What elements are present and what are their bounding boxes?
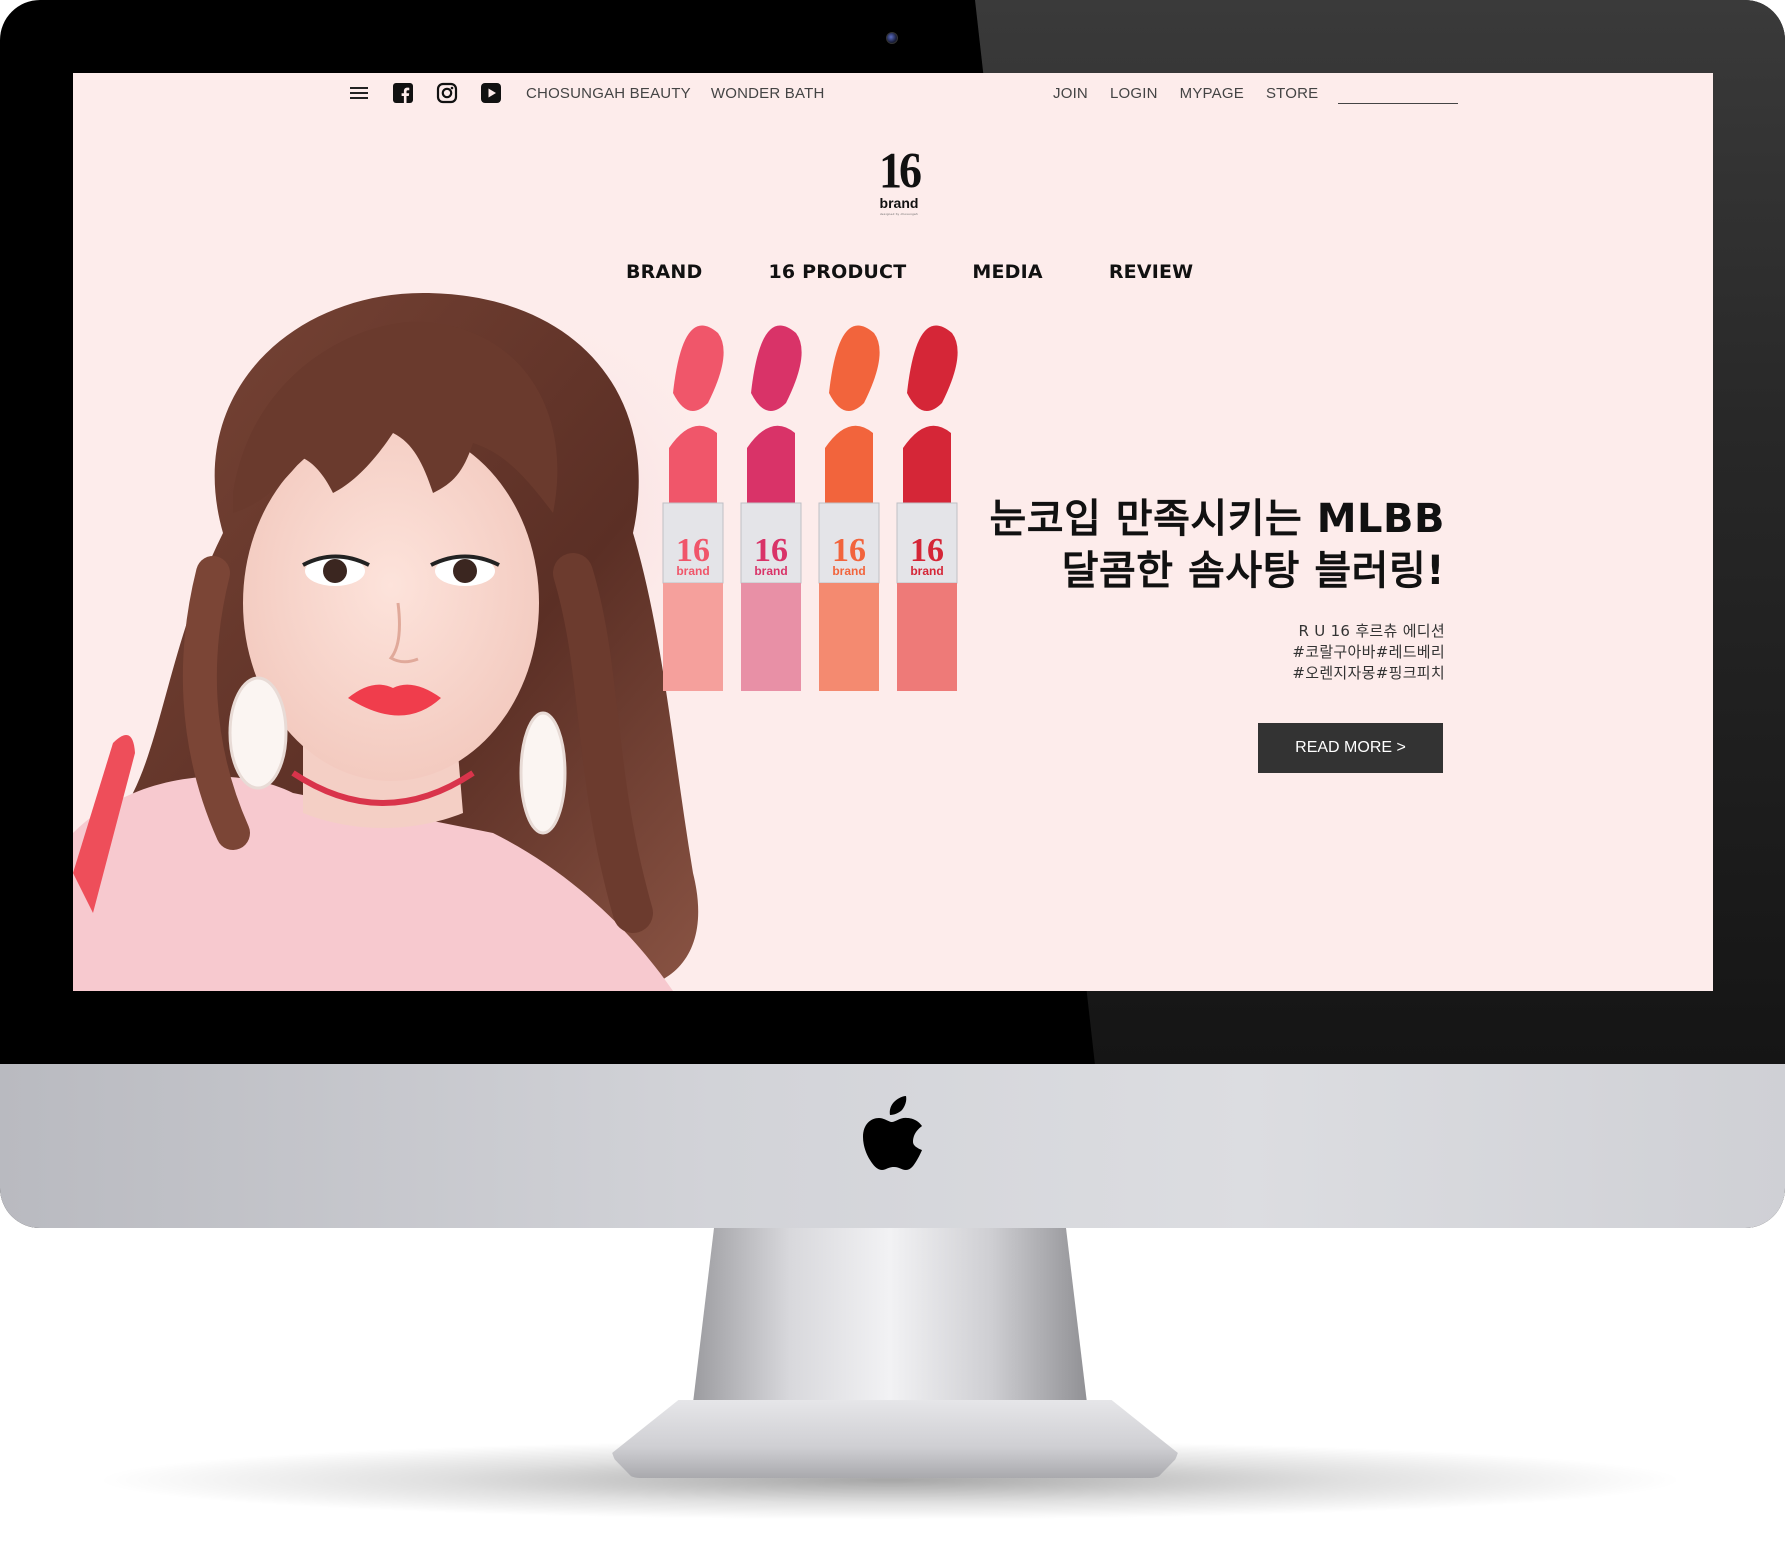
login-link[interactable]: LOGIN	[1110, 85, 1158, 102]
lipstick-base-1	[663, 583, 723, 691]
youtube-icon[interactable]	[480, 82, 502, 104]
facebook-icon[interactable]	[392, 82, 414, 104]
nav-16-product[interactable]: 16 PRODUCT	[769, 261, 907, 283]
logo-number: 16	[879, 142, 922, 199]
brand-logo[interactable]: 16 brand designed by chosungah	[869, 142, 929, 216]
color-swatch-4	[907, 325, 958, 411]
lipstick-label-word-1: brand	[676, 564, 709, 578]
desktop-stage: 16 brand 16 brand 16 brand 16 brand CHOS…	[0, 0, 1785, 1550]
lipstick-base-4	[897, 583, 957, 691]
lipstick-4: 16brand	[896, 325, 958, 691]
lipstick-base-2	[741, 583, 801, 691]
site-link-wonder-bath[interactable]: WONDER BATH	[711, 85, 825, 102]
hero-sub-line3: #오렌지자몽#핑크피치	[1292, 664, 1445, 682]
account-menu: JOIN LOGIN MYPAGE STORE	[1053, 81, 1459, 105]
hero-headline-line2: 달콤한 솜사탕 블러링!	[1061, 548, 1445, 594]
top-bar: CHOSUNGAH BEAUTY WONDER BATH JOIN LOGIN …	[73, 73, 1713, 113]
mypage-link[interactable]: MYPAGE	[1180, 85, 1244, 102]
lipstick-bullet-4	[903, 425, 951, 503]
hero-photo: 16brand16brand16brand16brand	[73, 293, 958, 991]
color-swatch-3	[829, 325, 880, 411]
lipstick-group: 16brand16brand16brand16brand	[662, 325, 958, 691]
logo-tagline: designed by chosungah	[880, 212, 918, 216]
site-link-chosungah-beauty[interactable]: CHOSUNGAH BEAUTY	[526, 85, 691, 102]
color-swatch-2	[751, 325, 802, 411]
earring-left	[228, 676, 288, 790]
lipstick-base-3	[819, 583, 879, 691]
hero-sub-line1: R U 16 후르츄 에디션	[1298, 622, 1445, 640]
nav-review[interactable]: REVIEW	[1109, 261, 1194, 283]
lipstick-2: 16brand	[740, 325, 802, 691]
top-bar-left: CHOSUNGAH BEAUTY WONDER BATH	[348, 81, 824, 105]
hero-headline: 눈코입 만족시키는 MLBB 달콤한 솜사탕 블러링!	[989, 493, 1445, 597]
instagram-icon[interactable]	[436, 82, 458, 104]
lipstick-3: 16brand	[818, 325, 880, 691]
hero-headline-line1: 눈코입 만족시키는 MLBB	[989, 496, 1445, 542]
menu-icon[interactable]	[348, 82, 370, 104]
webcam-icon	[886, 32, 898, 44]
read-more-button[interactable]: READ MORE >	[1258, 723, 1443, 773]
nav-media[interactable]: MEDIA	[972, 261, 1042, 283]
lipstick-label-word-3: brand	[832, 564, 865, 578]
imac-stand-foot	[610, 1400, 1180, 1478]
lipstick-label-word-2: brand	[754, 564, 787, 578]
hero-subtext: R U 16 후르츄 에디션 #코랄구아바#레드베리 #오렌지자몽#핑크피치	[989, 621, 1445, 684]
lipstick-bullet-2	[747, 425, 795, 503]
join-link[interactable]: JOIN	[1053, 85, 1088, 102]
imac-stand-neck	[690, 1228, 1090, 1428]
face	[243, 425, 539, 781]
hero-sub-line2: #코랄구아바#레드베리	[1292, 643, 1445, 661]
main-nav: BRAND 16 PRODUCT MEDIA REVIEW	[626, 257, 1193, 287]
search-input[interactable]	[1338, 82, 1459, 104]
earring-right	[519, 711, 567, 835]
hero-copy: 눈코입 만족시키는 MLBB 달콤한 솜사탕 블러링! R U 16 후르츄 에…	[989, 493, 1445, 684]
website-screen: 16 brand 16 brand 16 brand 16 brand CHOS…	[73, 73, 1713, 991]
lipstick-bullet-3	[825, 425, 873, 503]
store-link[interactable]: STORE	[1266, 85, 1318, 102]
family-sites: CHOSUNGAH BEAUTY WONDER BATH	[526, 85, 824, 102]
apple-logo-icon	[863, 1096, 922, 1170]
nav-brand[interactable]: BRAND	[626, 261, 703, 283]
lipstick-label-word-4: brand	[910, 564, 943, 578]
color-swatch-1	[673, 325, 724, 411]
